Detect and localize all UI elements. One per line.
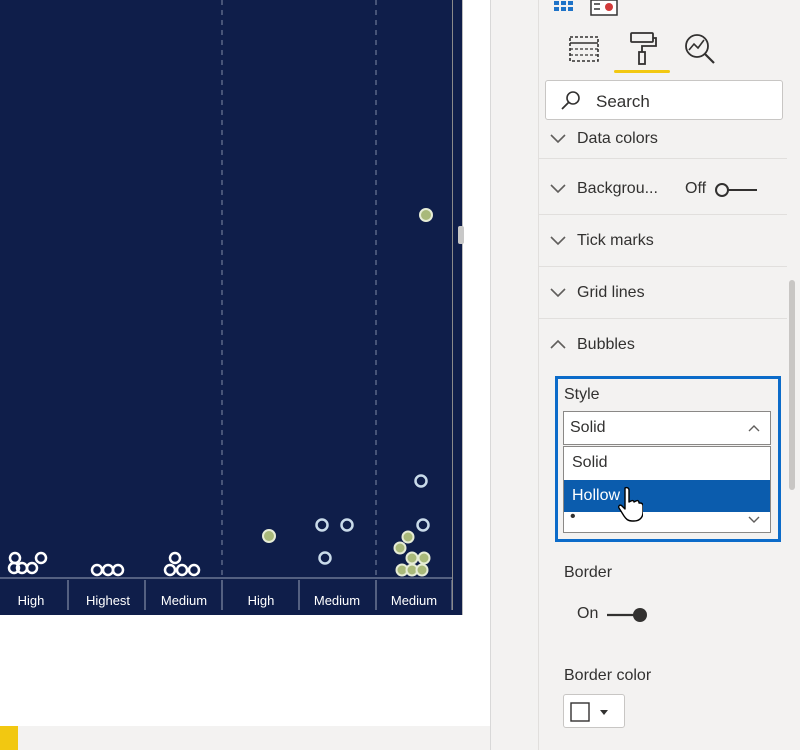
section-title: Grid lines — [577, 284, 645, 301]
section-title: Tick marks — [577, 232, 654, 249]
section-title: Data colors — [577, 130, 658, 147]
search-icon — [561, 91, 580, 110]
toggle-label: Off — [685, 180, 707, 197]
pane-divider — [490, 0, 491, 750]
border-label: Border — [564, 564, 613, 581]
chart-frame-edge-outer — [462, 0, 463, 615]
bubble — [111, 563, 125, 577]
table-visual-icon[interactable] — [553, 0, 577, 14]
chart-svg: High Highest Medium High Medium Medium — [0, 0, 453, 610]
kpi-visual-icon[interactable] — [589, 0, 619, 16]
chevron-down-icon — [550, 184, 566, 194]
bubble — [414, 474, 428, 488]
chevron-down-icon — [550, 236, 566, 246]
bubble — [417, 551, 431, 565]
bubble — [34, 551, 48, 565]
report-canvas: High Highest Medium High Medium Medium — [0, 0, 490, 750]
style-label: Style — [564, 386, 600, 403]
style-select[interactable]: Solid — [563, 411, 771, 445]
option-label: Hollow — [572, 487, 621, 504]
section-title: Bubbles — [577, 336, 635, 353]
style-dropdown-list: Solid Hollow — [563, 446, 771, 512]
option-label: Solid — [572, 454, 608, 471]
border-toggle[interactable] — [605, 606, 651, 624]
style-select-value: Solid — [570, 419, 606, 436]
search-input[interactable]: Search — [545, 80, 783, 120]
border-color-label: Border color — [564, 667, 652, 684]
x-tick-label: High — [18, 593, 45, 608]
hand-cursor-icon — [618, 486, 643, 522]
section-grid-lines[interactable]: Grid lines — [539, 268, 787, 319]
x-tick-label: Medium — [314, 593, 360, 608]
fields-tab-icon[interactable] — [567, 32, 607, 76]
x-tick-label: Medium — [161, 593, 207, 608]
bubble — [318, 551, 332, 565]
option-hollow[interactable]: Hollow — [564, 480, 770, 512]
border-toggle-label: On — [577, 605, 599, 622]
section-bubbles[interactable]: Bubbles — [539, 320, 787, 370]
bubble-group-white — [7, 551, 201, 577]
x-tick-label: Highest — [86, 593, 130, 608]
section-background[interactable]: Backgrou... Off — [539, 164, 787, 215]
bubble — [101, 563, 115, 577]
border-color-picker[interactable] — [563, 694, 625, 728]
bubble — [415, 563, 429, 577]
bubble — [168, 551, 182, 565]
bubble-group-blue — [315, 474, 430, 565]
chevron-down-icon — [550, 288, 566, 298]
analytics-tab-icon[interactable] — [683, 32, 723, 76]
bubble — [187, 563, 201, 577]
search-placeholder: Search — [596, 92, 650, 111]
format-pane: Search Data colors Backgrou... Off Tick … — [538, 0, 800, 750]
bubble — [405, 551, 419, 565]
bubble — [262, 529, 276, 543]
pane-scrollbar[interactable] — [789, 280, 795, 490]
background-toggle[interactable] — [713, 182, 759, 198]
resize-handle[interactable] — [458, 226, 464, 244]
bubble — [163, 563, 177, 577]
bubble — [315, 518, 329, 532]
option-solid[interactable]: Solid — [564, 447, 770, 479]
page-tabs-bar — [0, 726, 490, 750]
chevron-up-icon — [550, 339, 566, 349]
bubble — [393, 541, 407, 555]
chevron-down-icon — [748, 516, 760, 523]
section-tick-marks[interactable]: Tick marks — [539, 216, 787, 267]
bubble — [401, 530, 415, 544]
x-tick-label: High — [248, 593, 275, 608]
section-title: Backgrou... — [577, 180, 658, 197]
color-swatch-icon — [570, 702, 608, 722]
bubble — [25, 561, 39, 575]
section-data-colors[interactable]: Data colors — [539, 120, 787, 159]
paint-roller-tab-icon[interactable] — [625, 30, 665, 74]
bubble — [8, 551, 22, 565]
dot-plot-chart[interactable]: High Highest Medium High Medium Medium — [0, 0, 464, 615]
chevron-down-icon — [550, 134, 566, 144]
active-tab-indicator — [614, 70, 670, 73]
bubble — [340, 518, 354, 532]
bubble — [419, 208, 433, 222]
x-tick-label: Medium — [391, 593, 437, 608]
chart-frame-edge — [452, 0, 453, 610]
bubble — [416, 518, 430, 532]
chevron-up-icon — [748, 425, 760, 432]
bubble — [175, 563, 189, 577]
bubble — [90, 563, 104, 577]
page-tab-active[interactable] — [0, 726, 18, 750]
